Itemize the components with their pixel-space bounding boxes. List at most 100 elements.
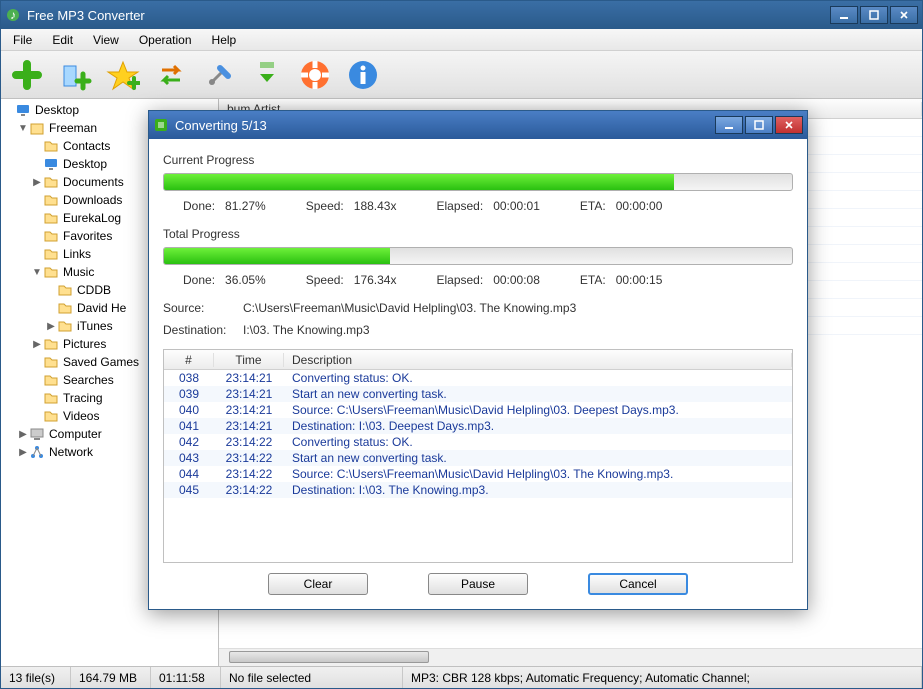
log-row[interactable]: 04323:14:22Start an new converting task. [164, 450, 792, 466]
folder-icon [57, 300, 73, 316]
log-row[interactable]: 03823:14:21Converting status: OK. [164, 370, 792, 386]
total-progress-fill [164, 248, 390, 264]
about-button[interactable] [343, 55, 383, 95]
log-col-desc[interactable]: Description [284, 353, 792, 367]
dialog-close-button[interactable] [775, 116, 803, 134]
user-icon [29, 120, 45, 136]
destination-row: Destination: I:\03. The Knowing.mp3 [163, 319, 793, 341]
log-row[interactable]: 04023:14:21Source: C:\Users\Freeman\Musi… [164, 402, 792, 418]
expand-icon[interactable]: ▶ [31, 177, 43, 188]
folder-icon [43, 246, 59, 262]
total-elapsed-value: 00:00:08 [493, 273, 540, 287]
folder-icon [43, 354, 59, 370]
log-row[interactable]: 04123:14:21Destination: I:\03. Deepest D… [164, 418, 792, 434]
log-time: 23:14:21 [214, 419, 284, 433]
log-num: 041 [164, 419, 214, 433]
current-eta-label: ETA: [580, 199, 606, 213]
log-row[interactable]: 04523:14:22Destination: I:\03. The Knowi… [164, 482, 792, 498]
menu-help[interactable]: Help [202, 31, 247, 49]
convert-button[interactable] [151, 55, 191, 95]
dialog-minimize-button[interactable] [715, 116, 743, 134]
expand-icon[interactable]: ▼ [31, 267, 43, 278]
expand-icon[interactable]: ▶ [17, 429, 29, 440]
help-button[interactable] [295, 55, 335, 95]
log-time: 23:14:22 [214, 451, 284, 465]
main-titlebar[interactable]: ♪ Free MP3 Converter [1, 1, 922, 29]
log-desc: Source: C:\Users\Freeman\Music\David Hel… [284, 403, 792, 417]
menu-view[interactable]: View [83, 31, 129, 49]
tree-label: Videos [63, 409, 99, 423]
tree-label: Documents [63, 175, 124, 189]
log-col-num[interactable]: # [164, 353, 214, 367]
add-files-button[interactable] [7, 55, 47, 95]
cancel-button[interactable]: Cancel [588, 573, 688, 595]
destination-label: Destination: [163, 323, 243, 337]
network-icon [29, 444, 45, 460]
folder-icon [43, 408, 59, 424]
source-row: Source: C:\Users\Freeman\Music\David Hel… [163, 297, 793, 319]
pause-button[interactable]: Pause [428, 573, 528, 595]
log-time: 23:14:21 [214, 387, 284, 401]
dialog-icon [153, 117, 169, 133]
dialog-title: Converting 5/13 [175, 118, 715, 133]
log-num: 042 [164, 435, 214, 449]
log-body[interactable]: 03823:14:21Converting status: OK.03923:1… [164, 370, 792, 562]
log-num: 045 [164, 483, 214, 497]
total-eta-value: 00:00:15 [616, 273, 663, 287]
total-done-value: 36.05% [225, 273, 266, 287]
settings-button[interactable] [199, 55, 239, 95]
folder-icon [43, 174, 59, 190]
menu-edit[interactable]: Edit [42, 31, 83, 49]
scrollbar-thumb[interactable] [229, 651, 429, 663]
download-button[interactable] [247, 55, 287, 95]
log-time: 23:14:22 [214, 483, 284, 497]
log-row[interactable]: 04223:14:22Converting status: OK. [164, 434, 792, 450]
app-icon: ♪ [5, 7, 21, 23]
folder-icon [57, 318, 73, 334]
status-format: MP3: CBR 128 kbps; Automatic Frequency; … [403, 667, 922, 688]
dialog-maximize-button[interactable] [745, 116, 773, 134]
folder-icon [43, 336, 59, 352]
log-num: 044 [164, 467, 214, 481]
dialog-titlebar[interactable]: Converting 5/13 [149, 111, 807, 139]
tree-label: Music [63, 265, 94, 279]
menu-file[interactable]: File [3, 31, 42, 49]
total-elapsed-label: Elapsed: [436, 273, 483, 287]
clear-button[interactable]: Clear [268, 573, 368, 595]
close-button[interactable] [890, 6, 918, 24]
log-row[interactable]: 04423:14:22Source: C:\Users\Freeman\Musi… [164, 466, 792, 482]
favorites-button[interactable] [103, 55, 143, 95]
tree-label: Links [63, 247, 91, 261]
add-folder-button[interactable] [55, 55, 95, 95]
expand-icon[interactable]: ▼ [17, 123, 29, 134]
tree-label: Searches [63, 373, 114, 387]
total-eta-label: ETA: [580, 273, 606, 287]
destination-value: I:\03. The Knowing.mp3 [243, 323, 370, 337]
total-speed-value: 176.34x [354, 273, 397, 287]
folder-icon [43, 210, 59, 226]
log-time: 23:14:21 [214, 403, 284, 417]
svg-text:♪: ♪ [10, 8, 16, 22]
current-speed-value: 188.43x [354, 199, 397, 213]
horizontal-scrollbar[interactable] [219, 648, 922, 666]
current-elapsed-value: 00:00:01 [493, 199, 540, 213]
source-value: C:\Users\Freeman\Music\David Helpling\03… [243, 301, 576, 315]
expand-icon[interactable]: ▶ [45, 321, 57, 332]
log-col-time[interactable]: Time [214, 353, 284, 367]
expand-icon[interactable]: ▶ [31, 339, 43, 350]
maximize-button[interactable] [860, 6, 888, 24]
log-table[interactable]: # Time Description 03823:14:21Converting… [163, 349, 793, 563]
current-progress-fill [164, 174, 674, 190]
total-progress-bar [163, 247, 793, 265]
log-header[interactable]: # Time Description [164, 350, 792, 370]
log-row[interactable]: 03923:14:21Start an new converting task. [164, 386, 792, 402]
minimize-button[interactable] [830, 6, 858, 24]
tree-label: Contacts [63, 139, 110, 153]
tree-label: Desktop [35, 103, 79, 117]
tree-label: iTunes [77, 319, 113, 333]
expand-icon[interactable]: ▶ [17, 447, 29, 458]
tree-label: Favorites [63, 229, 112, 243]
menu-operation[interactable]: Operation [129, 31, 202, 49]
dialog-body: Current Progress Done: 81.27% Speed: 188… [149, 139, 807, 609]
tree-label: Computer [49, 427, 102, 441]
